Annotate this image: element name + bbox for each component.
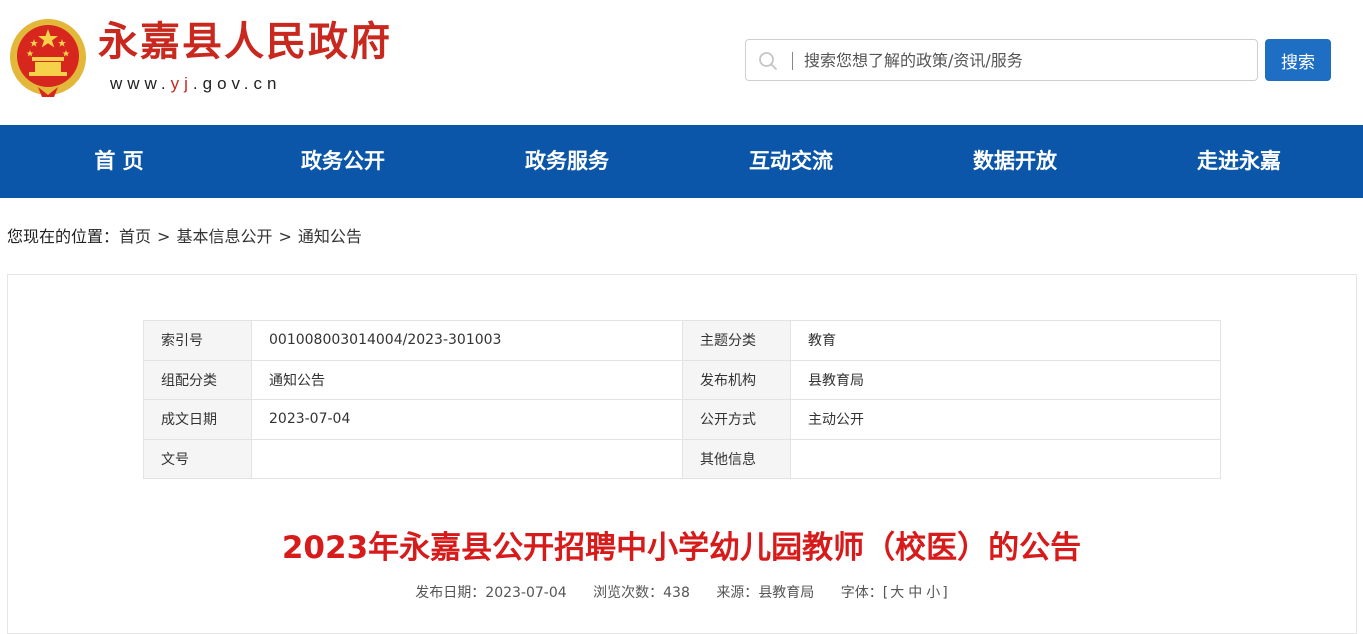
view-count: 浏览次数：438 [593,585,690,601]
info-value [251,438,683,479]
breadcrumb-home[interactable]: 首页 [119,227,151,246]
info-label: 公开方式 [682,399,791,440]
article-meta: 发布日期：2023-07-04 浏览次数：438 来源：县教育局 字体：[大中小… [0,582,1363,604]
publish-date-label: 发布日期： [415,585,486,601]
search-divider [792,52,793,70]
info-value: 001008003014004/2023-301003 [251,320,683,361]
info-value: 2023-07-04 [251,399,683,440]
font-bracket-close: ] [942,585,948,601]
info-table: 索引号 001008003014004/2023-301003 主题分类 教育 … [143,320,1221,479]
font-size-small-button[interactable]: 小 [926,585,940,601]
info-value: 通知公告 [251,359,683,400]
site-title[interactable]: 永嘉县人民政府 [98,18,392,66]
site-url-highlight: yj [170,74,193,93]
info-label: 组配分类 [143,359,252,400]
national-emblem-icon[interactable] [8,17,88,99]
info-value [790,438,1221,479]
main-nav: 首 页 政务公开 政务服务 互动交流 数据开放 走进永嘉 [0,125,1363,198]
table-row: 组配分类 通知公告 发布机构 县教育局 [143,359,1221,400]
source-value: 县教育局 [758,585,815,601]
breadcrumb-separator: > [157,227,171,246]
search-box [745,39,1258,81]
font-size-selector: 字体：[大中小] [841,585,948,601]
font-size-medium-button[interactable]: 中 [908,585,922,601]
search-button[interactable]: 搜索 [1265,39,1331,81]
font-size-large-button[interactable]: 大 [890,585,904,601]
info-label: 发布机构 [682,359,791,400]
table-row: 成文日期 2023-07-04 公开方式 主动公开 [143,399,1221,440]
publish-date: 发布日期：2023-07-04 [415,585,566,601]
breadcrumb: 您现在的位置：首页 > 基本信息公开 > 通知公告 [7,225,362,249]
info-label: 索引号 [143,320,252,361]
breadcrumb-prefix: 您现在的位置： [7,227,120,246]
info-label: 成文日期 [143,399,252,440]
site-url-suffix: .gov.cn [192,74,282,93]
nav-item-interaction[interactable]: 互动交流 [711,125,871,198]
nav-item-open-data[interactable]: 数据开放 [935,125,1095,198]
nav-item-government-services[interactable]: 政务服务 [487,125,647,198]
nav-item-about-yongjia[interactable]: 走进永嘉 [1159,125,1319,198]
breadcrumb-separator: > [278,227,292,246]
info-label: 其他信息 [682,438,791,479]
publish-date-value: 2023-07-04 [485,585,567,601]
article-title: 2023年永嘉县公开招聘中小学幼儿园教师（校医）的公告 [281,530,1082,566]
view-count-value: 438 [663,585,690,601]
nav-item-home[interactable]: 首 页 [39,125,199,198]
info-value: 县教育局 [790,359,1221,400]
view-count-label: 浏览次数： [593,585,664,601]
breadcrumb-notices[interactable]: 通知公告 [298,227,362,246]
info-value: 教育 [790,320,1221,361]
search-input[interactable] [804,46,1244,74]
font-bracket-open: [ [882,585,889,601]
site-header: 永嘉县人民政府 www.yj.gov.cn 搜索 [0,0,1363,125]
info-label: 文号 [143,438,252,479]
article-source: 来源：县教育局 [716,585,814,601]
search-icon[interactable] [758,51,778,71]
site-url: www.yj.gov.cn [110,74,281,94]
breadcrumb-info-disclosure[interactable]: 基本信息公开 [176,227,272,246]
nav-item-government-affairs[interactable]: 政务公开 [263,125,423,198]
info-label: 主题分类 [682,320,791,361]
table-row: 索引号 001008003014004/2023-301003 主题分类 教育 [143,320,1221,361]
site-url-prefix: www. [110,74,171,93]
info-value: 主动公开 [790,399,1221,440]
source-label: 来源： [716,585,759,601]
font-size-label: 字体： [840,585,883,601]
table-row: 文号 其他信息 [143,438,1221,479]
